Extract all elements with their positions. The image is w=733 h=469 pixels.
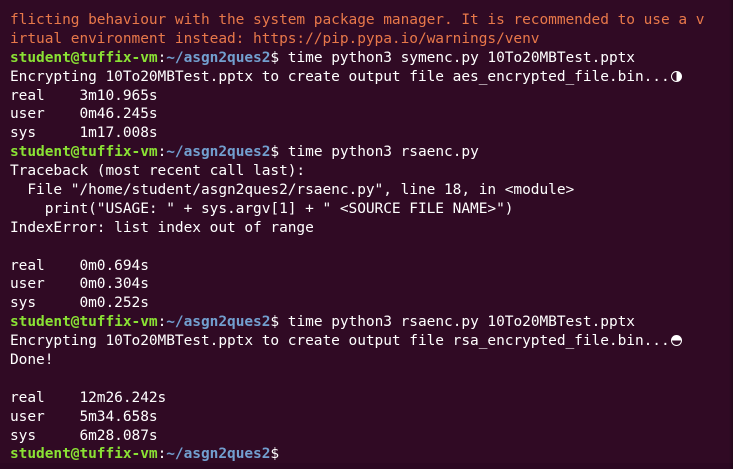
prompt-line-current[interactable]: student@tuffix-vm:~/asgn2ques2$ [10,445,733,464]
time-sys-line: sys 6m28.087s [10,427,158,444]
spinner-half-right-icon [670,70,682,82]
prompt-cwd: ~/asgn2ques2 [166,144,271,161]
encrypting-rsa-text: Encrypting 10To20MBTest.pptx to create o… [10,333,670,350]
prompt-line-rsaenc: student@tuffix-vm:~/asgn2ques2$ time pyt… [10,143,733,162]
spinner-half-top-icon [670,335,682,347]
command-text: time python3 rsaenc.py 10To20MBTest.pptx [279,314,635,331]
command-text: time python3 symenc.py 10To20MBTest.pptx [279,49,635,66]
time-sys-line: sys 1m17.008s [10,125,158,142]
prompt-dollar: $ [270,314,280,331]
terminal-window[interactable]: flicting behaviour with the system packa… [0,0,733,469]
prompt-line-symenc: student@tuffix-vm:~/asgn2ques2$ time pyt… [10,49,733,68]
window-right-edge [729,0,733,469]
time-user-line: user 5m34.658s [10,408,158,425]
prompt-line-rsaenc-file: student@tuffix-vm:~/asgn2ques2$ time pyt… [10,313,733,332]
time-user-line: user 0m0.304s [10,276,149,293]
prompt-cwd: ~/asgn2ques2 [166,446,271,463]
prompt-cwd: ~/asgn2ques2 [166,314,271,331]
prompt-dollar: $ [270,144,280,161]
prompt-user-host: student@tuffix-vm [10,314,158,331]
window-bottom-edge [0,463,733,469]
time-user-line: user 0m46.245s [10,106,158,123]
prompt-user-host: student@tuffix-vm [10,49,158,66]
prompt-colon: : [157,49,167,66]
traceback-header: Traceback (most recent call last): [10,163,306,180]
prompt-user-host: student@tuffix-vm [10,144,158,161]
prompt-dollar: $ [270,49,280,66]
output-line: Encrypting 10To20MBTest.pptx to create o… [10,68,733,87]
pip-warning-line-2: irtual environment instead: https://pip.… [10,30,540,47]
traceback-code-line: print("USAGE: " + sys.argv[1] + " <SOURC… [10,200,514,217]
pip-warning-line-1: flicting behaviour with the system packa… [10,12,705,28]
prompt-colon: : [157,144,167,161]
traceback-file-line: File "/home/student/asgn2ques2/rsaenc.py… [10,182,575,199]
prompt-user-host: student@tuffix-vm [10,446,158,463]
done-line: Done! [10,352,54,369]
command-text: time python3 rsaenc.py [279,144,479,161]
output-line: Encrypting 10To20MBTest.pptx to create o… [10,332,733,351]
time-real-line: real 3m10.965s [10,87,158,104]
traceback-error-line: IndexError: list index out of range [10,219,314,236]
prompt-cwd: ~/asgn2ques2 [166,49,271,66]
prompt-colon: : [157,314,167,331]
time-sys-line: sys 0m0.252s [10,295,149,312]
time-real-line: real 0m0.694s [10,257,149,274]
prompt-dollar: $ [270,446,280,463]
encrypting-aes-text: Encrypting 10To20MBTest.pptx to create o… [10,68,670,85]
prompt-colon: : [157,446,167,463]
time-real-line: real 12m26.242s [10,389,167,406]
